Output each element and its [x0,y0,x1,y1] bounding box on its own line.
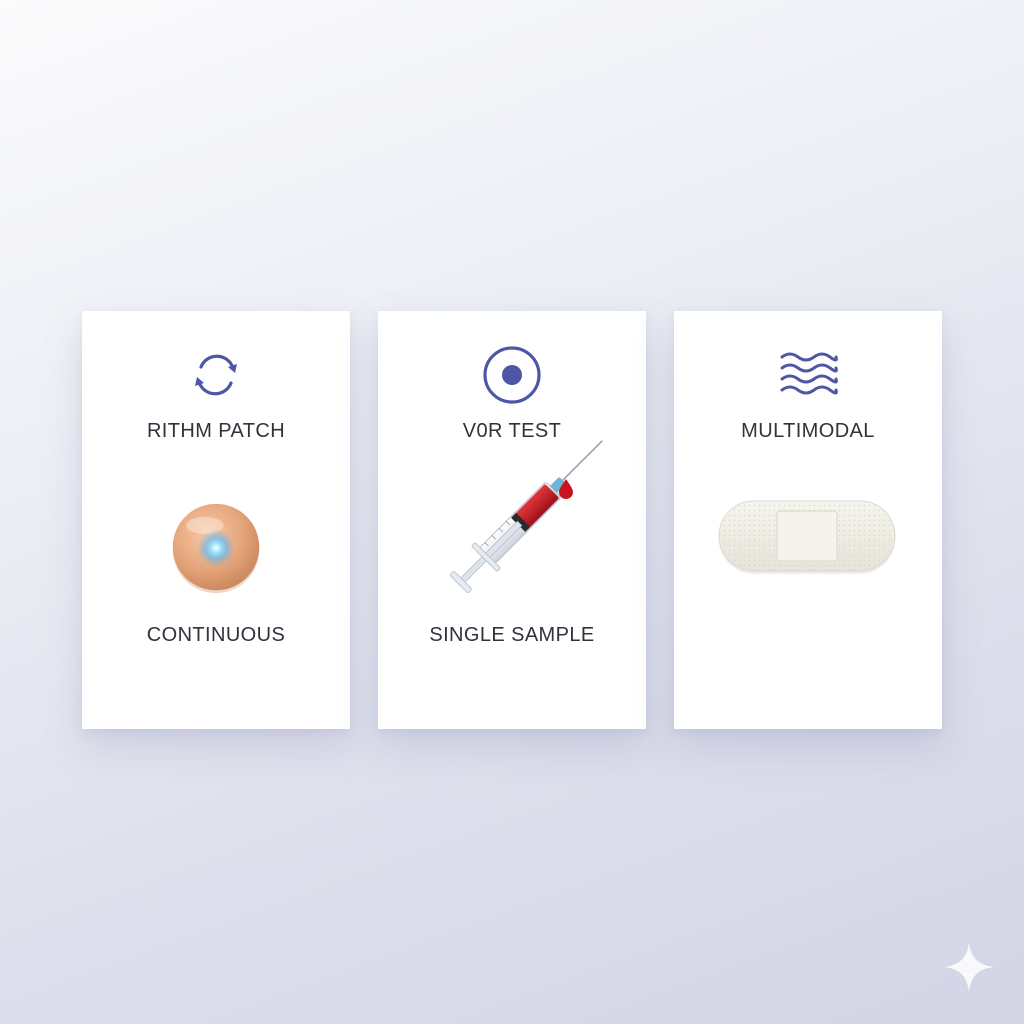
skin-patch-sensor-image [82,476,350,616]
card-caption: SINGLE SAMPLE [429,624,595,646]
waves-icon [776,343,840,407]
card-v0r-test[interactable]: V0R TEST SINGLE SAMPLE [378,311,646,729]
card-rithm-patch[interactable]: RITHM PATCH CONTINUOUS [82,311,350,729]
adhesive-bandage-image [674,476,942,616]
sparkle-icon [942,940,996,994]
target-circle-icon [480,343,544,407]
card-title: RITHM PATCH [146,420,286,442]
sync-arrows-icon [184,343,248,407]
card-title: MULTIMODAL [741,420,875,442]
card-multimodal[interactable]: MULTIMODAL [674,311,942,729]
blood-syringe-image [378,440,646,616]
card-caption: CONTINUOUS [146,624,286,646]
